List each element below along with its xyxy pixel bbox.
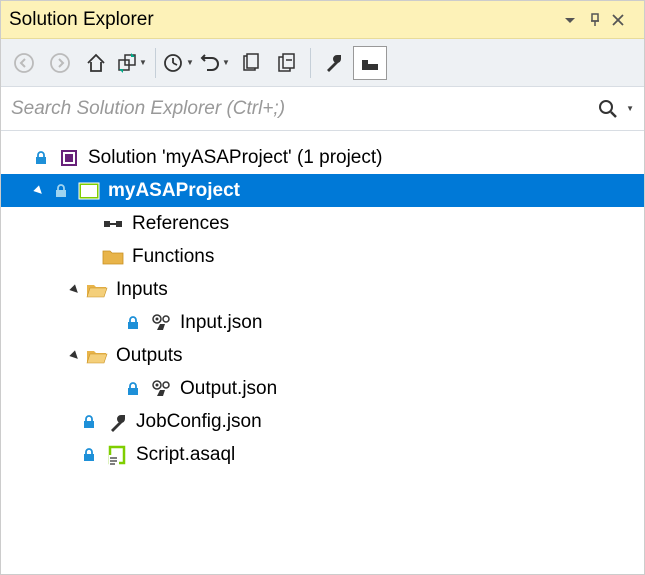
inputs-folder[interactable]: Inputs [1, 273, 644, 306]
project-node[interactable]: myASAProject [1, 174, 644, 207]
home-button[interactable] [79, 46, 113, 80]
toolbar-separator [310, 48, 311, 78]
node-label: Outputs [113, 345, 183, 367]
collapse-icon[interactable] [65, 346, 85, 366]
functions-folder[interactable]: ▶ Functions [1, 240, 644, 273]
lock-icon [121, 311, 145, 335]
close-icon[interactable] [612, 14, 636, 26]
sync-views-button[interactable]: ▼ [115, 46, 149, 80]
window-options-icon[interactable] [564, 14, 588, 26]
script-file[interactable]: ▶ Script.asaql [1, 438, 644, 471]
input-json-file[interactable]: Input.json [1, 306, 644, 339]
solution-icon [57, 146, 81, 170]
toolbar: ▼ ▼ ▼ [1, 39, 644, 87]
node-label: myASAProject [105, 180, 240, 202]
lock-icon [29, 146, 53, 170]
references-node[interactable]: ▶ References [1, 207, 644, 240]
node-label: Functions [129, 246, 214, 268]
json-file-icon [149, 311, 173, 335]
collapse-icon[interactable] [29, 181, 49, 201]
show-all-files-button[interactable] [234, 46, 268, 80]
search-bar: ▼ [1, 87, 644, 131]
node-label: Output.json [177, 378, 277, 400]
search-icon[interactable]: ▼ [598, 99, 634, 119]
output-json-file[interactable]: Output.json [1, 372, 644, 405]
node-label: Solution 'myASAProject' (1 project) [85, 147, 382, 169]
lock-icon [121, 377, 145, 401]
back-button[interactable] [7, 46, 41, 80]
config-file-icon [105, 410, 129, 434]
titlebar: Solution Explorer [1, 1, 644, 39]
asaql-file-icon [105, 443, 129, 467]
properties-button[interactable] [317, 46, 351, 80]
node-label: Inputs [113, 279, 168, 301]
jobconfig-file[interactable]: ▶ JobConfig.json [1, 405, 644, 438]
node-label: References [129, 213, 229, 235]
lock-icon [77, 443, 101, 467]
pin-icon[interactable] [588, 13, 612, 27]
node-label: JobConfig.json [133, 411, 262, 433]
pending-changes-button[interactable]: ▼ [162, 46, 196, 80]
folder-open-icon [85, 344, 109, 368]
solution-node[interactable]: ▶ Solution 'myASAProject' (1 project) [1, 141, 644, 174]
folder-open-icon [85, 278, 109, 302]
lock-icon [49, 179, 73, 203]
project-icon [77, 179, 101, 203]
panel-title: Solution Explorer [9, 9, 564, 31]
preview-selected-button[interactable] [353, 46, 387, 80]
collapse-all-button[interactable] [270, 46, 304, 80]
lock-icon [77, 410, 101, 434]
node-label: Script.asaql [133, 444, 235, 466]
outputs-folder[interactable]: Outputs [1, 339, 644, 372]
json-file-icon [149, 377, 173, 401]
folder-icon [101, 245, 125, 269]
solution-tree: ▶ Solution 'myASAProject' (1 project) my… [1, 131, 644, 481]
collapse-icon[interactable] [65, 280, 85, 300]
references-icon [101, 212, 125, 236]
undo-button[interactable]: ▼ [198, 46, 232, 80]
node-label: Input.json [177, 312, 262, 334]
search-input[interactable] [11, 98, 592, 120]
forward-button[interactable] [43, 46, 77, 80]
toolbar-separator [155, 48, 156, 78]
